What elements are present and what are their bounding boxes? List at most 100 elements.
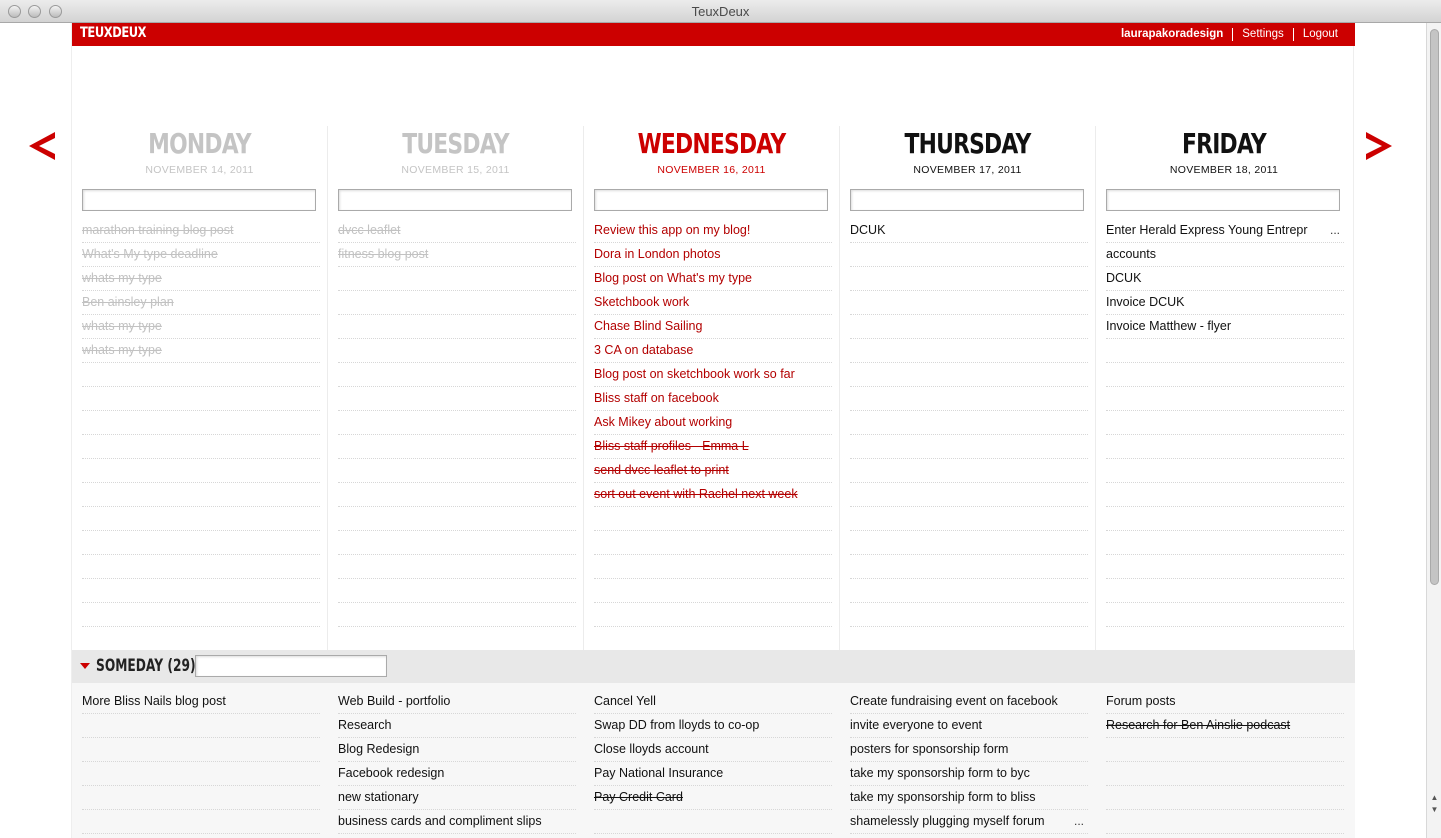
todo-text: Review this app on my blog! xyxy=(594,223,751,237)
add-todo-input[interactable] xyxy=(338,189,572,211)
todo-item xyxy=(1106,459,1344,483)
todo-item[interactable]: Chase Blind Sailing xyxy=(594,315,832,339)
todo-item[interactable]: Cancel Yell xyxy=(594,690,832,714)
todo-item[interactable]: shamelessly plugging myself forum... xyxy=(850,810,1088,834)
todo-item[interactable]: Blog post on sketchbook work so far xyxy=(594,363,832,387)
someday-column: Web Build - portfolio Research Blog Redesi… xyxy=(328,683,584,838)
add-todo-input[interactable] xyxy=(82,189,316,211)
todo-item[interactable]: DCUK xyxy=(850,219,1088,243)
someday-header: SOMEDAY (29) xyxy=(72,650,1355,683)
more-options-icon[interactable]: ... xyxy=(1330,219,1340,242)
todo-item xyxy=(338,387,576,411)
todo-item xyxy=(850,483,1088,507)
todo-item[interactable]: Ben ainsley plan xyxy=(82,291,320,315)
todo-item xyxy=(82,411,320,435)
todo-list: Cancel Yell Swap DD from lloyds to co-op C… xyxy=(594,690,832,834)
add-todo-input[interactable] xyxy=(850,189,1084,211)
todo-text: invite everyone to event xyxy=(850,718,983,732)
todo-item[interactable]: Pay Credit Card xyxy=(594,786,832,810)
todo-item[interactable]: marathon training blog post xyxy=(82,219,320,243)
todo-item[interactable]: More Bliss Nails blog post xyxy=(82,690,320,714)
todo-list: Create fundraising event on facebook invi… xyxy=(850,690,1088,834)
todo-item[interactable]: whats my type xyxy=(82,339,320,363)
todo-item[interactable]: invite everyone to event xyxy=(850,714,1088,738)
todo-text: More Bliss Nails blog post xyxy=(82,694,226,708)
todo-item[interactable]: Invoice Matthew - flyer xyxy=(1106,315,1344,339)
todo-item[interactable]: Research for Ben Ainslie podcast xyxy=(1106,714,1344,738)
day-column-monday: MONDAY NOVEMBER 14, 2011 marathon training… xyxy=(72,126,328,650)
todo-item[interactable]: take my sponsorship form to bliss xyxy=(850,786,1088,810)
todo-item xyxy=(338,291,576,315)
scroll-down-arrow-icon[interactable]: ▼ xyxy=(1430,805,1439,815)
todo-item[interactable]: business cards and compliment slips xyxy=(338,810,576,834)
todo-item[interactable]: take my sponsorship form to byc xyxy=(850,762,1088,786)
todo-item xyxy=(338,579,576,603)
todo-text: Swap DD from lloyds to co-op xyxy=(594,718,760,732)
todo-item xyxy=(338,531,576,555)
chevron-right-icon[interactable] xyxy=(1364,130,1394,162)
settings-link[interactable]: Settings xyxy=(1232,28,1293,41)
todo-item[interactable]: Dora in London photos xyxy=(594,243,832,267)
todo-item[interactable]: accounts xyxy=(1106,243,1344,267)
scrollbar-thumb[interactable] xyxy=(1430,29,1439,585)
todo-item[interactable]: fitness blog post xyxy=(338,243,576,267)
vertical-scrollbar[interactable]: ▲ ▼ xyxy=(1426,23,1441,838)
todo-item xyxy=(1106,786,1344,810)
todo-item[interactable]: Sketchbook work xyxy=(594,291,832,315)
app-logo[interactable]: TEUXDEUX xyxy=(80,25,147,41)
todo-item[interactable]: Blog post on What's my type xyxy=(594,267,832,291)
todo-item xyxy=(594,579,832,603)
todo-item xyxy=(850,291,1088,315)
todo-item[interactable]: send dvcc leaflet to print xyxy=(594,459,832,483)
todo-item[interactable]: Research xyxy=(338,714,576,738)
todo-item[interactable]: DCUK xyxy=(1106,267,1344,291)
todo-item xyxy=(1106,738,1344,762)
todo-item[interactable]: whats my type xyxy=(82,315,320,339)
todo-item[interactable]: Ask Mikey about working xyxy=(594,411,832,435)
todo-item[interactable]: Forum posts xyxy=(1106,690,1344,714)
todo-item[interactable]: whats my type xyxy=(82,267,320,291)
todo-item xyxy=(338,411,576,435)
todo-item[interactable]: dvcc leaflet xyxy=(338,219,576,243)
todo-item[interactable]: Invoice DCUK xyxy=(1106,291,1344,315)
day-date: NOVEMBER 14, 2011 xyxy=(145,164,254,176)
todo-text: Pay National Insurance xyxy=(594,766,724,780)
todo-text: Facebook redesign xyxy=(338,766,445,780)
todo-item[interactable]: posters for sponsorship form xyxy=(850,738,1088,762)
todo-text: DCUK xyxy=(850,223,886,237)
todo-item xyxy=(338,507,576,531)
todo-item xyxy=(850,363,1088,387)
chevron-left-icon[interactable] xyxy=(27,130,57,162)
todo-item[interactable]: Enter Herald Express Young Entrepr... xyxy=(1106,219,1344,243)
scroll-up-arrow-icon[interactable]: ▲ xyxy=(1430,793,1439,803)
day-column-thursday: THURSDAY NOVEMBER 17, 2011 DCUK xyxy=(840,126,1096,650)
todo-item[interactable]: Pay National Insurance xyxy=(594,762,832,786)
todo-item xyxy=(338,363,576,387)
todo-item[interactable]: Review this app on my blog! xyxy=(594,219,832,243)
username-link[interactable]: laurapakoradesign xyxy=(1112,28,1232,41)
todo-item xyxy=(850,411,1088,435)
todo-item[interactable]: 3 CA on database xyxy=(594,339,832,363)
todo-item[interactable]: Blog Redesign xyxy=(338,738,576,762)
todo-item[interactable]: Bliss staff profiles - Emma L xyxy=(594,435,832,459)
todo-item[interactable]: sort out event with Rachel next week xyxy=(594,483,832,507)
todo-item[interactable]: Web Build - portfolio xyxy=(338,690,576,714)
todo-item[interactable]: Bliss staff on facebook xyxy=(594,387,832,411)
todo-item[interactable]: Facebook redesign xyxy=(338,762,576,786)
someday-add-input[interactable] xyxy=(195,655,387,677)
add-todo-input[interactable] xyxy=(594,189,828,211)
todo-item[interactable]: new stationary xyxy=(338,786,576,810)
todo-item[interactable]: What's My type deadline xyxy=(82,243,320,267)
todo-item[interactable]: Swap DD from lloyds to co-op xyxy=(594,714,832,738)
todo-text: business cards and compliment slips xyxy=(338,814,542,828)
more-options-icon[interactable]: ... xyxy=(1074,810,1084,833)
todo-item[interactable]: Close lloyds account xyxy=(594,738,832,762)
add-todo-input[interactable] xyxy=(1106,189,1340,211)
user-nav: laurapakoradesign Settings Logout xyxy=(1112,23,1347,46)
logout-link[interactable]: Logout xyxy=(1292,28,1347,41)
someday-column: Create fundraising event on facebook invi… xyxy=(840,683,1096,838)
todo-text: Web Build - portfolio xyxy=(338,694,451,708)
todo-item[interactable]: Create fundraising event on facebook xyxy=(850,690,1088,714)
someday-toggle[interactable]: SOMEDAY (29) xyxy=(80,656,196,676)
day-date: NOVEMBER 16, 2011 xyxy=(657,164,766,176)
